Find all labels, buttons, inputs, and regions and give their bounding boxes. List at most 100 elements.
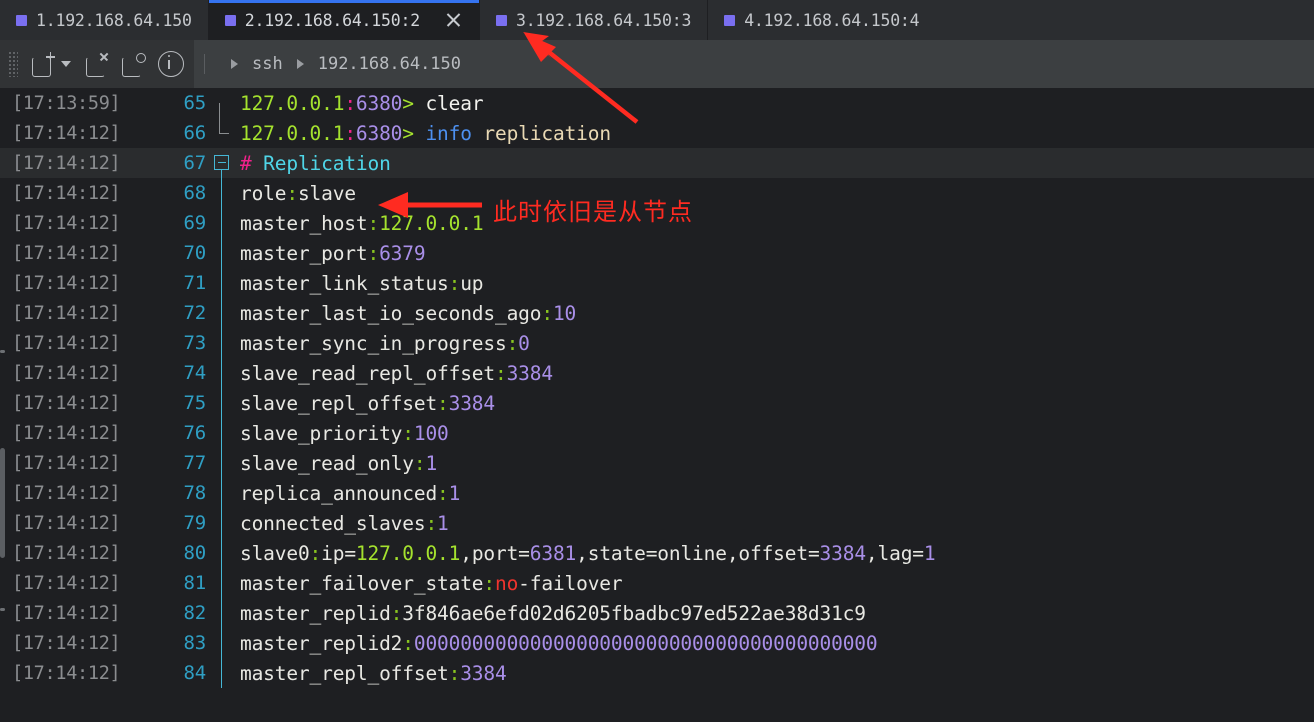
terminal-fold-gutter[interactable]	[206, 538, 236, 568]
terminal-token: replica_announced	[240, 481, 438, 505]
terminal-line: [17:14:12] 67 # Replication	[0, 148, 1314, 179]
terminal-token: >	[402, 91, 414, 115]
close-icon[interactable]	[443, 10, 463, 30]
terminal-line-text: slave0:ip=127.0.0.1,port=6381,state=onli…	[236, 542, 1314, 565]
terminal-token: 1	[448, 481, 461, 505]
tab-label: 2.192.168.64.150:2	[244, 10, 420, 30]
terminal-line-text: role:slave	[236, 182, 1314, 205]
terminal-token: :	[483, 571, 495, 595]
terminal-output[interactable]: [17:13:59] 65 127.0.0.1:6380> clear [17:14:…	[0, 88, 1314, 722]
terminal-token: :	[344, 121, 356, 145]
terminal-fold-gutter[interactable]	[206, 358, 236, 388]
breadcrumb-host[interactable]: 192.168.64.150	[318, 54, 461, 74]
terminal-token: up	[460, 271, 484, 295]
terminal-fold-gutter[interactable]	[206, 598, 236, 628]
terminal-fold-gutter[interactable]	[206, 208, 236, 238]
terminal-fold-gutter[interactable]	[206, 508, 236, 538]
fold-guide-line	[221, 538, 223, 568]
fold-guide-line	[221, 598, 223, 628]
fold-guide-line	[221, 268, 223, 298]
tab-1[interactable]: 1.192.168.64.150	[0, 0, 208, 40]
terminal-token: 0	[518, 331, 530, 355]
terminal-token: :	[402, 631, 414, 655]
terminal-fold-gutter[interactable]	[206, 148, 236, 179]
terminal-fold-gutter[interactable]	[206, 238, 236, 268]
terminal-fold-gutter[interactable]	[206, 268, 236, 298]
duplicate-session-icon[interactable]	[117, 49, 147, 79]
terminal-token: 6380	[355, 121, 403, 145]
terminal-token: 3384	[506, 361, 554, 385]
terminal-token: >	[402, 121, 414, 145]
terminal-fold-gutter[interactable]	[206, 448, 236, 478]
terminal-token: :	[425, 511, 438, 535]
terminal-fold-gutter[interactable]	[206, 328, 236, 358]
toolbar-divider	[204, 54, 205, 74]
breadcrumb-protocol[interactable]: ssh	[252, 54, 283, 74]
terminal-token: 100	[413, 421, 449, 445]
info-icon[interactable]	[158, 51, 184, 77]
terminal-line: [17:14:12] 66 127.0.0.1:6380> info replica…	[0, 103, 1314, 148]
terminal-timestamp: [17:14:12]	[12, 152, 121, 174]
close-session-icon[interactable]	[81, 49, 111, 79]
fold-collapse-icon[interactable]	[214, 155, 229, 170]
terminal-line-number: 83	[183, 632, 207, 654]
terminal-token: master_link_status	[240, 271, 449, 295]
terminal-token: Replication	[251, 151, 391, 175]
terminal-timestamp: [17:14:12]	[12, 602, 121, 624]
terminal-fold-gutter[interactable]	[206, 178, 236, 208]
fold-guide-line	[221, 178, 223, 208]
terminal-token: 127.0.0.1	[379, 211, 484, 235]
terminal-token: :	[413, 451, 426, 475]
terminal-line-text: 127.0.0.1:6380> clear	[236, 92, 1314, 115]
new-session-glyph	[32, 57, 51, 77]
terminal-fold-gutter[interactable]	[206, 388, 236, 418]
terminal-token: 10	[552, 301, 577, 325]
terminal-fold-gutter[interactable]	[206, 568, 236, 598]
chevron-down-icon[interactable]	[61, 61, 71, 67]
terminal-timestamp: [17:14:12]	[12, 512, 121, 534]
terminal-timestamp: [17:14:12]	[12, 422, 121, 444]
terminal-timestamp: [17:14:12]	[12, 182, 121, 204]
tab-2[interactable]: 2.192.168.64.150:2	[208, 0, 480, 40]
tab-label: 3.192.168.64.150:3	[515, 10, 692, 30]
terminal-fold-gutter[interactable]	[206, 103, 236, 148]
terminal-token: ip=	[321, 541, 356, 565]
fold-guide-line	[221, 568, 223, 598]
terminal-timestamp: [17:14:12]	[12, 392, 121, 414]
terminal-line-number: 78	[183, 482, 207, 504]
terminal-token: 127.0.0.1	[355, 541, 461, 565]
terminal-token: 0000000000000000000000000000000000000000	[413, 631, 878, 655]
terminal-fold-gutter[interactable]	[206, 298, 236, 328]
terminal-timestamp: [17:13:59]	[12, 92, 121, 114]
tab-label: 1.192.168.64.150	[36, 10, 192, 30]
breadcrumb-arrow-icon	[231, 59, 238, 69]
terminal-fold-gutter[interactable]	[206, 628, 236, 658]
terminal-line-number: 66	[183, 122, 207, 144]
terminal-token: 1	[437, 511, 449, 535]
drag-grip-icon[interactable]	[8, 51, 18, 77]
fold-guide-line	[221, 478, 223, 508]
terminal-line: [17:14:12] 76 slave_priority:100	[0, 418, 1314, 448]
tab-3[interactable]: 3.192.168.64.150:3	[479, 0, 708, 40]
terminal-fold-gutter[interactable]	[206, 658, 236, 688]
terminal-line: [17:14:12] 74 slave_read_repl_offset:3384	[0, 358, 1314, 388]
terminal-line-number: 67	[183, 152, 207, 174]
terminal-line-text: slave_priority:100	[236, 422, 1314, 445]
terminal-token: master_port	[240, 241, 368, 265]
terminal-line-text: 127.0.0.1:6380> info replication	[236, 122, 1314, 145]
terminal-line: [17:14:12] 84 master_repl_offset:3384	[0, 658, 1314, 688]
terminal-token: 6381	[529, 541, 577, 565]
terminal-token: :	[344, 91, 356, 115]
terminal-fold-gutter[interactable]	[206, 478, 236, 508]
tab-4[interactable]: 4.192.168.64.150:4	[708, 0, 936, 40]
tab-label: 4.192.168.64.150:4	[744, 10, 920, 30]
terminal-fold-gutter[interactable]	[206, 418, 236, 448]
tab-bar-filler	[935, 0, 1314, 40]
terminal-line: [17:13:59] 65 127.0.0.1:6380> clear	[0, 88, 1314, 118]
fold-guide-line	[221, 508, 223, 538]
new-session-icon[interactable]	[27, 49, 57, 79]
breadcrumb: ssh 192.168.64.150	[217, 54, 461, 74]
terminal-token: slave_repl_offset	[240, 391, 438, 415]
fold-guide-line	[221, 358, 223, 388]
